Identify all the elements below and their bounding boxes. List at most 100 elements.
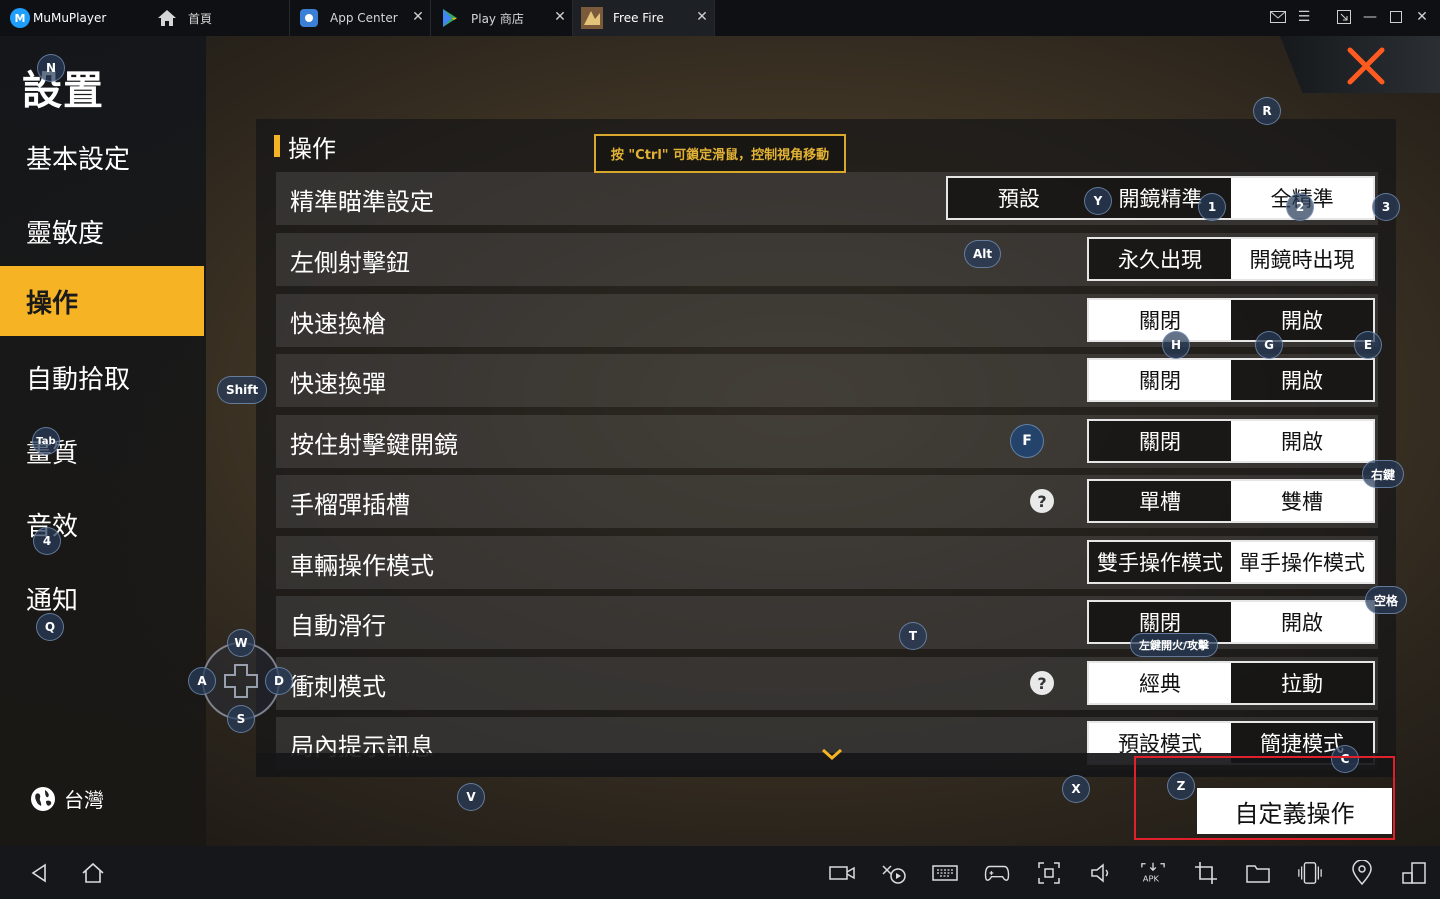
key-hint-2[interactable]: 2 xyxy=(1286,193,1314,221)
key-hint-h[interactable]: H xyxy=(1162,331,1190,359)
key-hint-space[interactable]: 空格 xyxy=(1365,586,1408,614)
key-hint-tab[interactable]: Tab xyxy=(32,427,60,455)
gamepad-icon[interactable] xyxy=(984,860,1010,886)
key-hint-y[interactable]: Y xyxy=(1084,187,1112,215)
scroll-down-icon[interactable] xyxy=(821,747,843,761)
svg-text:APK: APK xyxy=(1143,873,1160,883)
key-hint-alt[interactable]: Alt xyxy=(964,240,1002,268)
minimize-icon[interactable]: — xyxy=(1360,7,1380,27)
mumu-logo-icon: M xyxy=(10,8,30,28)
sidebar-item-controls[interactable]: 操作 xyxy=(0,266,204,336)
wasd-dpad[interactable]: W A D S xyxy=(188,628,294,734)
screenshot-icon[interactable] xyxy=(1036,860,1062,886)
setting-label: 按住射擊鍵開鏡 xyxy=(290,431,458,459)
tab-home[interactable]: 首頁 xyxy=(148,0,290,36)
key-hint-q[interactable]: Q xyxy=(36,613,64,641)
setting-row-vehicle-mode: 車輛操作模式 雙手操作模式 單手操作模式 xyxy=(276,536,1378,589)
option-drag[interactable]: 拉動 xyxy=(1231,663,1373,703)
mail-icon[interactable] xyxy=(1268,7,1288,27)
help-icon[interactable]: ? xyxy=(1030,671,1054,695)
help-icon[interactable]: ? xyxy=(1030,489,1054,513)
quick-reload-toggle: 關閉 開啟 xyxy=(1087,358,1375,402)
grenade-slot-toggle: 單槽 雙槽 xyxy=(1087,479,1375,523)
key-hint-a[interactable]: A xyxy=(188,667,216,695)
key-hint-shift[interactable]: Shift xyxy=(217,376,268,404)
settings-sidebar: 設置 基本設定 靈敏度 操作 自動拾取 畫質 音效 通知 台灣 xyxy=(0,36,206,846)
option-default[interactable]: 預設 xyxy=(948,178,1090,218)
sidebar-item-basic[interactable]: 基本設定 xyxy=(0,122,204,192)
key-hint-3[interactable]: 3 xyxy=(1372,193,1400,221)
close-window-icon[interactable]: ✕ xyxy=(1412,7,1432,27)
option-off[interactable]: 關閉 xyxy=(1089,360,1231,400)
key-hint-n[interactable]: N xyxy=(37,54,65,82)
custom-controls-button[interactable]: 自定義操作 xyxy=(1197,788,1392,834)
quick-weapon-switch-toggle: 關閉 開啟 xyxy=(1087,298,1375,342)
tab-play-store[interactable]: Play 商店 ✕ xyxy=(431,0,573,36)
ctrl-lock-hint: 按 "Ctrl" 可鎖定滑鼠，控制視角移動 xyxy=(594,134,846,173)
key-hint-1[interactable]: 1 xyxy=(1198,193,1226,221)
option-two-hand[interactable]: 雙手操作模式 xyxy=(1089,542,1231,582)
close-settings-icon[interactable] xyxy=(1342,46,1390,86)
option-off[interactable]: 關閉 xyxy=(1089,421,1231,461)
option-off[interactable]: 關閉 xyxy=(1089,300,1231,340)
close-tab-icon[interactable]: ✕ xyxy=(552,9,568,25)
sidebar-item-sensitivity[interactable]: 靈敏度 xyxy=(0,196,204,266)
option-when-scoped[interactable]: 開鏡時出現 xyxy=(1231,239,1373,279)
setting-label: 手榴彈插槽 xyxy=(290,491,410,519)
key-hint-g[interactable]: G xyxy=(1255,331,1283,359)
key-hint-e[interactable]: E xyxy=(1354,331,1382,359)
key-hint-x[interactable]: X xyxy=(1062,775,1090,803)
setting-label: 左側射擊鈕 xyxy=(290,249,410,277)
close-tab-icon[interactable]: ✕ xyxy=(694,9,710,25)
location-icon[interactable] xyxy=(1349,860,1375,886)
screen-record-icon[interactable] xyxy=(829,860,855,886)
macro-play-icon[interactable] xyxy=(881,860,907,886)
install-apk-icon[interactable]: APK xyxy=(1140,860,1166,886)
sidebar-item-audio[interactable]: 音效 xyxy=(0,489,204,559)
title-bar: M MuMuPlayer 首頁 App Center ✕ Play 商店 ✕ F… xyxy=(0,0,1440,36)
keyboard-icon[interactable] xyxy=(932,860,958,886)
menu-icon[interactable]: ☰ xyxy=(1294,7,1314,27)
sidebar-item-graphics[interactable]: 畫質 xyxy=(0,416,204,486)
home-nav-icon[interactable] xyxy=(80,860,106,886)
back-icon[interactable] xyxy=(26,860,52,886)
option-classic[interactable]: 經典 xyxy=(1089,663,1231,703)
key-hint-s[interactable]: S xyxy=(227,705,255,733)
free-fire-icon xyxy=(581,7,603,29)
tab-app-center[interactable]: App Center ✕ xyxy=(290,0,431,36)
key-hint-v[interactable]: V xyxy=(457,783,485,811)
multi-window-icon[interactable] xyxy=(1401,860,1427,886)
tab-free-fire[interactable]: Free Fire ✕ xyxy=(573,0,715,36)
maximize-icon[interactable] xyxy=(1386,7,1406,27)
option-on[interactable]: 開啟 xyxy=(1231,421,1373,461)
folder-icon[interactable] xyxy=(1245,860,1271,886)
setting-row-grenade-slot: 手榴彈插槽 ? 單槽 雙槽 xyxy=(276,475,1378,528)
option-on[interactable]: 開啟 xyxy=(1231,602,1373,642)
key-hint-f[interactable]: F xyxy=(1010,424,1044,458)
key-hint-d[interactable]: D xyxy=(265,667,293,695)
option-always[interactable]: 永久出現 xyxy=(1089,239,1231,279)
option-on[interactable]: 開啟 xyxy=(1231,300,1373,340)
key-hint-r[interactable]: R xyxy=(1253,97,1281,125)
sidebar-item-notifications[interactable]: 通知 xyxy=(0,563,204,633)
shake-icon[interactable] xyxy=(1297,860,1323,886)
key-hint-fire[interactable]: 左鍵開火/攻擊 xyxy=(1130,633,1219,657)
setting-row-quick-weapon-switch: 快速換槍 關閉 開啟 xyxy=(276,294,1378,347)
key-hint-right-click[interactable]: 右鍵 xyxy=(1362,460,1405,488)
option-one-hand[interactable]: 單手操作模式 xyxy=(1231,542,1373,582)
key-hint-4[interactable]: 4 xyxy=(33,527,61,555)
volume-icon[interactable] xyxy=(1088,860,1114,886)
option-single-slot[interactable]: 單槽 xyxy=(1089,481,1231,521)
key-hint-w[interactable]: W xyxy=(227,629,255,657)
option-on[interactable]: 開啟 xyxy=(1231,360,1373,400)
setting-row-hold-fire-scope: 按住射擊鍵開鏡 關閉 開啟 xyxy=(276,415,1378,468)
region-selector[interactable]: 台灣 xyxy=(30,784,104,813)
option-double-slot[interactable]: 雙槽 xyxy=(1231,481,1373,521)
sidebar-item-auto-pickup[interactable]: 自動拾取 xyxy=(0,342,204,412)
key-hint-t[interactable]: T xyxy=(899,622,927,650)
shrink-window-icon[interactable] xyxy=(1334,7,1354,27)
crop-icon[interactable] xyxy=(1193,860,1219,886)
app-logo: M MuMuPlayer xyxy=(10,8,106,28)
auto-glide-toggle: 關閉 開啟 xyxy=(1087,600,1375,644)
close-tab-icon[interactable]: ✕ xyxy=(410,9,426,25)
